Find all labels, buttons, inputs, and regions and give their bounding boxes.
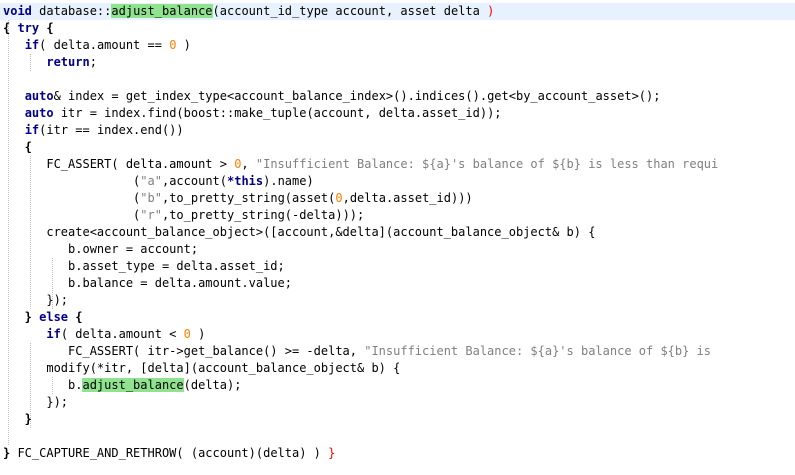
- code-token: FC_CAPTURE_AND_RETHROW( (account)(delta)…: [17, 446, 329, 460]
- code-token: itr = index.find(boost::make_tuple(accou…: [53, 106, 502, 120]
- code-line[interactable]: FC_ASSERT( itr->get_balance() >= -delta,…: [3, 343, 711, 360]
- code-token: (: [212, 4, 220, 18]
- highlighted-token: adjust_balance: [82, 378, 184, 392]
- code-editor[interactable]: void database::adjust_balance(account_id…: [0, 0, 795, 475]
- code-token: create<account_balance_object>([account,…: [3, 225, 596, 239]
- code-line[interactable]: });: [3, 394, 68, 411]
- code-token: }: [3, 412, 32, 426]
- code-token: ,to_pretty_string(asset(: [161, 191, 336, 205]
- string-token: "a": [140, 174, 162, 188]
- string-token: "b": [140, 191, 162, 205]
- code-line[interactable]: void database::adjust_balance(account_id…: [0, 3, 795, 20]
- code-token: }: [3, 446, 18, 460]
- keyword-token: try: [17, 21, 40, 35]
- code-line[interactable]: ("a",account(*this).name): [3, 173, 314, 190]
- keyword-token: if: [24, 38, 40, 52]
- code-token: database::: [31, 4, 112, 18]
- code-line[interactable]: create<account_balance_object>([account,…: [3, 224, 595, 241]
- string-token: "r": [140, 208, 162, 222]
- keyword-token: *this: [227, 174, 264, 188]
- code-token: ).name): [263, 174, 314, 188]
- code-token: });: [3, 395, 69, 409]
- code-line[interactable]: ("r",to_pretty_string(-delta)));: [3, 207, 364, 224]
- code-token: ( delta.amount ==: [39, 38, 170, 52]
- code-token: (: [3, 208, 141, 222]
- keyword-token: if: [46, 327, 61, 341]
- code-token: b.asset_type = delta.asset_id;: [3, 259, 285, 273]
- code-token: b.: [3, 378, 83, 392]
- keyword-token: if: [24, 123, 40, 137]
- code-token: b.owner = account;: [3, 242, 199, 256]
- code-token: ,to_pretty_string(-delta)));: [161, 208, 365, 222]
- code-token: b.balance = delta.amount.value;: [3, 276, 292, 290]
- code-token: modify(*itr, [delta](account_balance_obj…: [3, 361, 401, 375]
- code-line[interactable]: b.owner = account;: [3, 241, 198, 258]
- code-token: }: [328, 446, 336, 460]
- code-line[interactable]: FC_ASSERT( delta.amount > 0, "Insufficie…: [3, 156, 718, 173]
- code-token: ;: [89, 55, 97, 69]
- code-token: {: [3, 140, 32, 154]
- code-token: FC_ASSERT( delta.amount >: [3, 157, 235, 171]
- code-line[interactable]: } FC_CAPTURE_AND_RETHROW( (account)(delt…: [3, 445, 335, 462]
- code-token: {: [3, 21, 18, 35]
- code-token: (: [3, 174, 141, 188]
- code-token: }: [3, 310, 40, 324]
- code-line[interactable]: ("b",to_pretty_string(asset(0,delta.asse…: [3, 190, 473, 207]
- keyword-token: return: [46, 55, 90, 69]
- number-token: 0: [335, 191, 343, 205]
- code-line[interactable]: auto& index = get_index_type<account_bal…: [3, 88, 661, 105]
- highlighted-token: adjust_balance: [111, 4, 213, 18]
- code-token: ( delta.amount <: [60, 327, 184, 341]
- code-token: {: [39, 21, 54, 35]
- code-token: ,delta.asset_id))): [342, 191, 473, 205]
- code-token: ,account(: [161, 174, 227, 188]
- code-line[interactable]: b.balance = delta.amount.value;: [3, 275, 292, 292]
- code-token: ): [176, 38, 191, 52]
- code-token: (itr == index.end()): [39, 123, 184, 137]
- code-line[interactable]: b.asset_type = delta.asset_id;: [3, 258, 285, 275]
- code-token: ,: [241, 157, 256, 171]
- keyword-token: auto: [24, 106, 54, 120]
- code-line[interactable]: if( delta.amount < 0 ): [3, 326, 205, 343]
- code-token: });: [3, 293, 69, 307]
- code-token: account_id_type account, asset delta: [219, 4, 488, 18]
- code-line[interactable]: b.adjust_balance(delta);: [3, 377, 241, 394]
- code-line[interactable]: return;: [3, 54, 97, 71]
- string-token: "Insufficient Balance: ${a}'s balance of…: [255, 157, 719, 171]
- number-token: 0: [183, 327, 191, 341]
- keyword-token: else: [39, 310, 69, 324]
- code-line[interactable]: { try {: [3, 20, 54, 37]
- keyword-token: auto: [24, 89, 54, 103]
- code-token: (: [3, 191, 141, 205]
- code-line[interactable]: auto itr = index.find(boost::make_tuple(…: [3, 105, 502, 122]
- code-token: ): [190, 327, 206, 341]
- code-token: (delta);: [183, 378, 242, 392]
- code-token: ): [487, 4, 495, 18]
- code-line[interactable]: });: [3, 292, 68, 309]
- code-line[interactable]: }: [3, 411, 32, 428]
- code-line[interactable]: } else {: [3, 309, 83, 326]
- keyword-token: void: [3, 4, 32, 18]
- code-token: FC_ASSERT( itr->get_balance() >= -delta,: [3, 344, 365, 358]
- code-line[interactable]: if(itr == index.end()): [3, 122, 184, 139]
- code-token: & index = get_index_type<account_balance…: [53, 89, 661, 103]
- code-line[interactable]: if( delta.amount == 0 ): [3, 37, 191, 54]
- string-token: "Insufficient Balance: ${a}'s balance of…: [364, 344, 712, 358]
- code-line[interactable]: modify(*itr, [delta](account_balance_obj…: [3, 360, 400, 377]
- code-line[interactable]: {: [3, 139, 32, 156]
- code-token: {: [68, 310, 83, 324]
